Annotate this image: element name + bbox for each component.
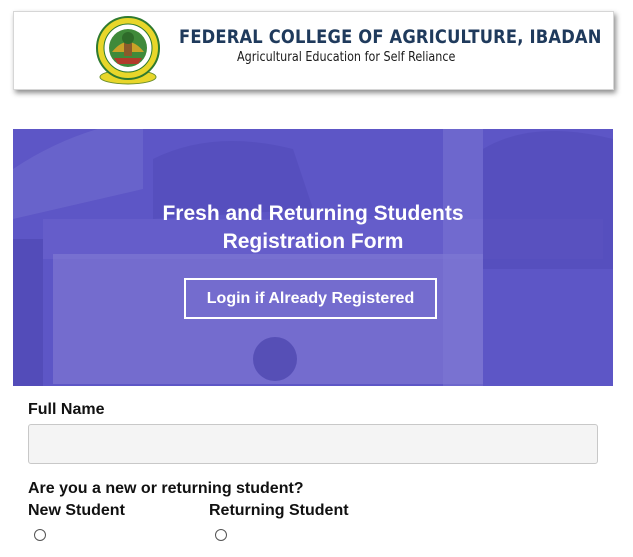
new-student-radio[interactable] (34, 529, 46, 541)
college-motto: Agricultural Education for Self Reliance (237, 50, 456, 65)
returning-student-radio[interactable] (215, 529, 227, 541)
full-name-label: Full Name (28, 401, 105, 418)
returning-student-label: Returning Student (209, 502, 349, 519)
login-button[interactable]: Login if Already Registered (184, 278, 437, 319)
full-name-input[interactable] (28, 424, 598, 464)
new-student-label: New Student (28, 502, 125, 519)
hero-banner: Fresh and Returning Students Registratio… (13, 129, 613, 386)
college-crest-icon (96, 16, 160, 85)
hero-title-line1: Fresh and Returning Students (162, 202, 464, 225)
college-name: FEDERAL COLLEGE OF AGRICULTURE, IBADAN (179, 26, 602, 48)
header-banner: FEDERAL COLLEGE OF AGRICULTURE, IBADAN A… (13, 11, 614, 90)
hero-title-line2: Registration Form (222, 230, 404, 253)
student-type-question: Are you a new or returning student? (28, 480, 304, 497)
hero-title: Fresh and Returning Students Registratio… (13, 200, 613, 256)
hero-background-photo (13, 129, 613, 386)
